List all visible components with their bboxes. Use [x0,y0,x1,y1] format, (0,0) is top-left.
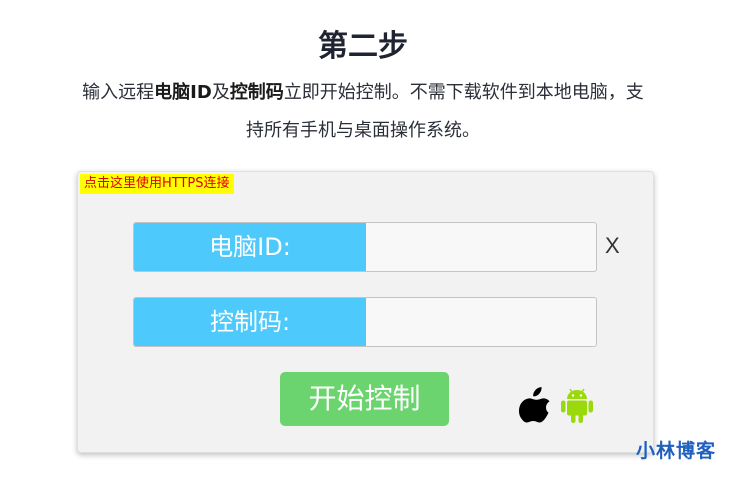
control-code-label: 控制码: [134,298,366,346]
watermark-logo: 小林博客 [636,440,717,462]
computer-id-label: 电脑ID: [134,223,366,271]
desc-text-3: 立即开始控制。不需下载软件到本地电脑，支持所有手机与桌面操作系统。 [246,82,644,141]
apple-icon[interactable] [518,385,552,423]
desc-text-1: 输入远程 [82,82,155,103]
page-description: 输入远程电脑ID及控制码立即开始控制。不需下载软件到本地电脑，支持所有手机与桌面… [78,74,648,150]
computer-id-input[interactable] [371,223,593,271]
control-code-input[interactable] [371,298,593,346]
page-title: 第二步 [318,29,408,64]
desc-bold-computer-id: 电脑ID [154,82,212,103]
https-link[interactable]: 点击这里使用HTTPS连接 [80,174,234,194]
computer-id-field: 电脑ID: [133,222,597,272]
connect-panel: 点击这里使用HTTPS连接 电脑ID: X 控制码: 开始控制 [77,171,654,453]
desc-text-2: 及 [211,82,230,103]
clear-id-button[interactable]: X [605,234,620,258]
control-code-field: 控制码: [133,297,597,347]
page: 第二步 输入远程电脑ID及控制码立即开始控制。不需下载软件到本地电脑，支持所有手… [0,0,753,488]
android-icon[interactable] [560,386,594,424]
desc-bold-control-code: 控制码 [229,82,284,103]
start-control-button[interactable]: 开始控制 [280,372,449,426]
